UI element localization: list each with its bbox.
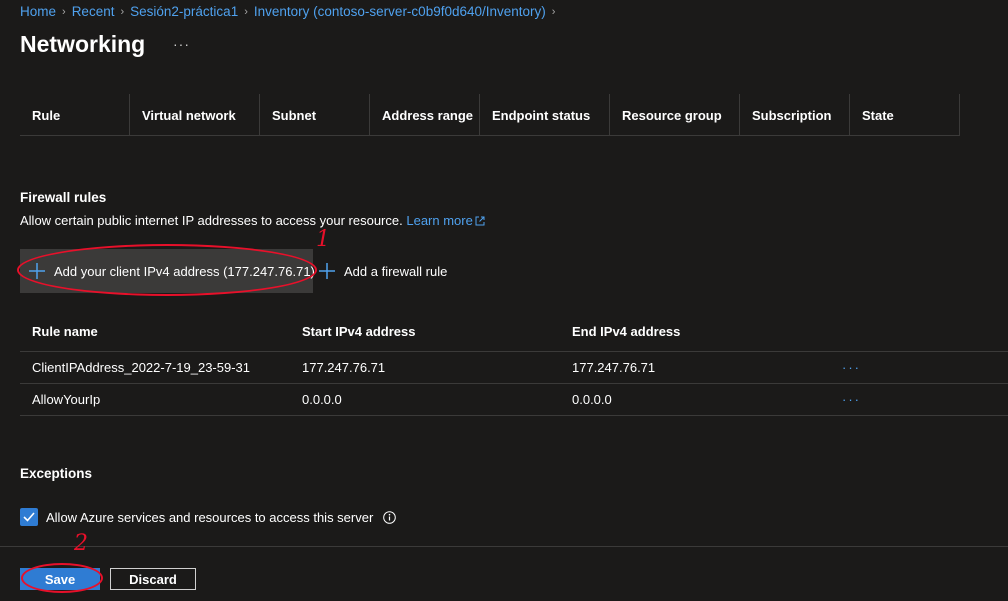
more-options-button[interactable]: ··· <box>173 36 190 52</box>
col-subnet: Subnet <box>260 94 370 136</box>
col-end-ip: End IPv4 address <box>572 324 681 339</box>
add-firewall-rule-label: Add a firewall rule <box>344 263 448 279</box>
chevron-right-icon: › <box>120 5 125 18</box>
annotation-number-2: 2 <box>74 531 88 556</box>
discard-button[interactable]: Discard <box>110 568 196 590</box>
breadcrumb-session[interactable]: Sesión2-práctica1 <box>130 4 238 19</box>
vnet-table-header: Rule Virtual network Subnet Address rang… <box>20 94 960 136</box>
table-row: AllowYourIp 0.0.0.0 0.0.0.0 ··· <box>20 384 1008 416</box>
save-button[interactable]: Save <box>20 568 100 590</box>
end-ip-cell: 177.247.76.71 <box>572 360 656 375</box>
row-more-button[interactable]: ··· <box>830 392 1008 407</box>
col-rule: Rule <box>20 94 130 136</box>
learn-more-link[interactable]: Learn more <box>406 213 485 229</box>
add-client-ip-button[interactable]: Add your client IPv4 address (177.247.76… <box>20 249 315 293</box>
breadcrumb-home[interactable]: Home <box>20 4 56 19</box>
external-link-icon <box>475 214 485 229</box>
exceptions-title: Exceptions <box>20 466 93 481</box>
plus-icon <box>28 262 46 280</box>
plus-icon <box>318 262 336 280</box>
firewall-description: Allow certain public internet IP address… <box>20 213 485 229</box>
col-subscription: Subscription <box>740 94 850 136</box>
col-state: State <box>850 94 960 136</box>
chevron-right-icon: › <box>551 5 556 18</box>
allow-azure-services-label: Allow Azure services and resources to ac… <box>46 509 374 525</box>
breadcrumb-recent[interactable]: Recent <box>72 4 115 19</box>
col-resource-group: Resource group <box>610 94 740 136</box>
col-address-range: Address range <box>370 94 480 136</box>
rule-name-cell: AllowYourIp <box>32 392 101 407</box>
add-client-ip-label: Add your client IPv4 address (177.247.76… <box>54 263 315 279</box>
breadcrumb-inventory[interactable]: Inventory (contoso-server-c0b9f0d640/Inv… <box>254 4 546 19</box>
annotation-number-1: 1 <box>316 227 330 252</box>
add-firewall-rule-button[interactable]: Add a firewall rule <box>318 259 447 283</box>
firewall-rules-table: Rule name Start IPv4 address End IPv4 ad… <box>20 312 1008 416</box>
col-endpoint-status: Endpoint status <box>480 94 610 136</box>
chevron-right-icon: › <box>244 5 248 18</box>
firewall-rules-title: Firewall rules <box>20 190 107 205</box>
learn-more-label: Learn more <box>406 213 473 228</box>
page-title: Networking <box>20 31 146 57</box>
breadcrumb: Home › Recent › Sesión2-práctica1 › Inve… <box>20 4 555 19</box>
end-ip-cell: 0.0.0.0 <box>572 392 612 407</box>
table-header-row: Rule name Start IPv4 address End IPv4 ad… <box>20 312 1008 352</box>
checkmark-icon <box>23 510 35 525</box>
footer-divider <box>0 546 1008 547</box>
row-more-button[interactable]: ··· <box>830 360 1008 375</box>
allow-azure-services-option: Allow Azure services and resources to ac… <box>20 508 397 526</box>
chevron-right-icon: › <box>62 5 66 18</box>
start-ip-cell: 177.247.76.71 <box>302 360 386 375</box>
firewall-description-text: Allow certain public internet IP address… <box>20 213 403 228</box>
info-icon[interactable] <box>383 510 397 524</box>
start-ip-cell: 0.0.0.0 <box>302 392 342 407</box>
allow-azure-services-checkbox[interactable] <box>20 508 38 526</box>
table-row: ClientIPAddress_2022-7-19_23-59-31 177.2… <box>20 352 1008 384</box>
col-start-ip: Start IPv4 address <box>302 324 416 339</box>
col-virtual-network: Virtual network <box>130 94 260 136</box>
rule-name-cell: ClientIPAddress_2022-7-19_23-59-31 <box>32 360 251 375</box>
col-rule-name: Rule name <box>32 324 98 339</box>
